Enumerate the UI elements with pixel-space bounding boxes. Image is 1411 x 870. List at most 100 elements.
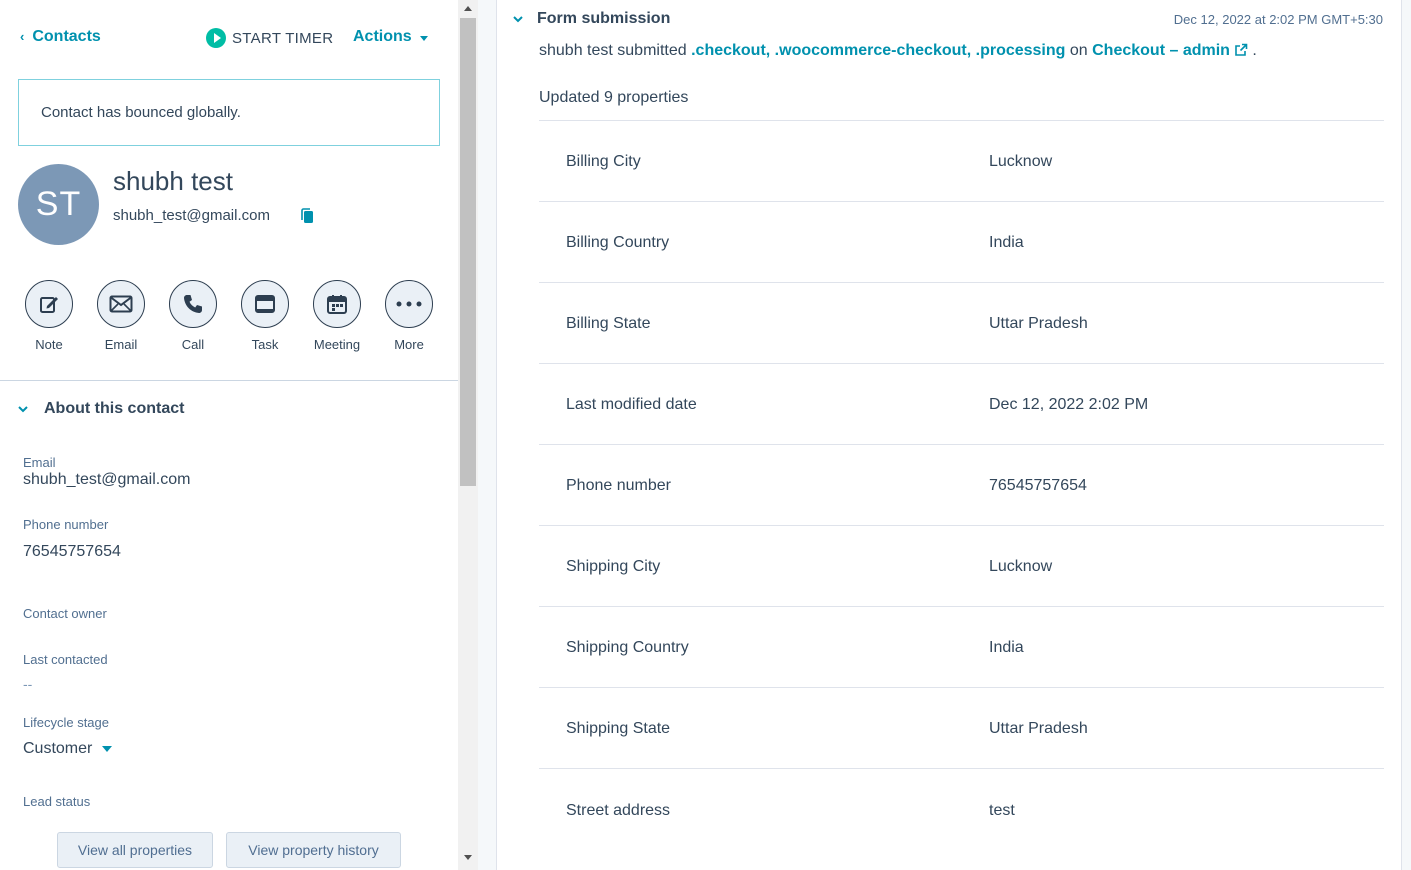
more-label: More [394,337,424,352]
table-row: Billing State Uttar Pradesh [539,282,1384,363]
view-all-properties-button[interactable]: View all properties [57,832,213,868]
property-value: Uttar Pradesh [989,720,1088,737]
bounce-alert-text: Contact has bounced globally. [41,104,241,121]
task-icon [255,295,275,313]
property-value: India [989,234,1024,251]
avatar[interactable]: ST [18,164,99,245]
actions-dropdown[interactable]: Actions [353,28,428,46]
play-icon [206,28,226,48]
form-submission-timestamp: Dec 12, 2022 at 2:02 PM GMT+5:30 [1173,12,1383,27]
meeting-action[interactable]: Meeting [309,280,365,352]
email-button[interactable] [97,280,145,328]
external-link-icon [1235,43,1248,56]
chevron-down-icon [513,16,523,23]
scroll-down-arrow-icon[interactable] [464,855,472,860]
property-name: Billing Country [566,234,670,251]
table-row: Billing City Lucknow [539,120,1384,201]
email-property-value[interactable]: shubh_test@gmail.com [23,471,190,489]
more-action[interactable]: More [381,280,437,352]
trailing-period: . [1252,42,1257,59]
property-name: Phone number [566,477,671,494]
form-submission-title: Form submission [537,10,671,27]
form-submission-summary: shubh test submitted .checkout, .woocomm… [539,42,1257,60]
call-action[interactable]: Call [165,280,221,352]
owner-property-label: Contact owner [23,606,107,621]
page-link[interactable]: Checkout – admin [1092,42,1248,59]
note-label: Note [35,337,63,352]
email-property-label: Email [23,455,56,470]
caret-down-icon [419,35,428,41]
form-link[interactable]: .checkout, .woocommerce-checkout, .proce… [691,42,1065,59]
updated-properties-text: Updated 9 properties [539,89,689,106]
table-row: Shipping State Uttar Pradesh [539,687,1384,768]
property-value: Uttar Pradesh [989,315,1088,332]
task-button[interactable] [241,280,289,328]
property-value: Dec 12, 2022 2:02 PM [989,396,1149,413]
property-value: Lucknow [989,558,1053,575]
meeting-button[interactable] [313,280,361,328]
on-text: on [1069,42,1088,59]
call-button[interactable] [169,280,217,328]
meeting-label: Meeting [313,337,361,352]
sidebar-scrollbar[interactable] [458,0,478,870]
start-timer-button[interactable]: START TIMER [206,28,333,48]
about-section-title: About this contact [44,400,185,417]
sidebar-header: ‹ Contacts START TIMER Actions [0,0,458,76]
chevron-left-icon: ‹ [20,28,25,44]
last-contacted-value: -- [23,676,33,692]
back-label: Contacts [32,28,101,45]
more-icon [396,301,422,307]
view-property-history-button[interactable]: View property history [226,832,401,868]
property-name: Billing City [566,153,641,170]
chevron-down-icon [18,406,28,413]
note-action[interactable]: Note [21,280,77,352]
phone-property-value[interactable]: 76545757654 [23,543,121,561]
table-row: Street address test [539,768,1384,849]
divider [0,380,458,381]
email-label: Email [104,337,138,352]
property-name: Last modified date [566,396,697,413]
table-row: Billing Country India [539,201,1384,282]
lifecycle-stage-dropdown[interactable]: Customer [23,740,113,758]
scroll-up-arrow-icon[interactable] [464,6,472,11]
email-action[interactable]: Email [93,280,149,352]
bounce-alert: Contact has bounced globally. [18,79,440,146]
contact-sidebar: ‹ Contacts START TIMER Actions Contact h… [0,0,458,870]
property-name: Shipping City [566,558,661,575]
form-submission-toggle[interactable]: Form submission [513,10,670,28]
property-name: Shipping Country [566,639,689,656]
copy-icon[interactable] [300,208,314,224]
about-section-toggle[interactable]: About this contact [18,400,184,418]
updated-properties-table: Billing City Lucknow Billing Country Ind… [539,120,1384,849]
property-name: Billing State [566,315,651,332]
property-name: Street address [566,802,671,819]
call-label: Call [181,337,205,352]
property-value: Lucknow [989,153,1053,170]
back-to-contacts-link[interactable]: ‹ Contacts [20,28,101,46]
meeting-icon [327,295,347,314]
table-row: Shipping City Lucknow [539,525,1384,606]
lifecycle-stage-label: Lifecycle stage [23,715,109,730]
task-action[interactable]: Task [237,280,293,352]
property-value: 76545757654 [989,477,1087,494]
table-row: Shipping Country India [539,606,1384,687]
note-icon [40,297,58,313]
scroll-thumb[interactable] [460,18,476,486]
property-value: India [989,639,1024,656]
last-contacted-label: Last contacted [23,652,108,667]
table-row: Phone number 76545757654 [539,444,1384,525]
property-name: Shipping State [566,720,671,737]
actions-label: Actions [353,28,412,45]
form-submission-card: Form submission Dec 12, 2022 at 2:02 PM … [496,0,1402,870]
call-icon [184,295,202,313]
property-value: test [989,802,1015,819]
task-label: Task [251,337,279,352]
lead-status-label: Lead status [23,794,91,809]
more-button[interactable] [385,280,433,328]
phone-property-label: Phone number [23,517,109,532]
note-button[interactable] [25,280,73,328]
timer-label: START TIMER [232,29,334,47]
table-row: Last modified date Dec 12, 2022 2:02 PM [539,363,1384,444]
lifecycle-stage-value: Customer [23,740,93,757]
contact-email: shubh_test@gmail.com [113,207,270,224]
